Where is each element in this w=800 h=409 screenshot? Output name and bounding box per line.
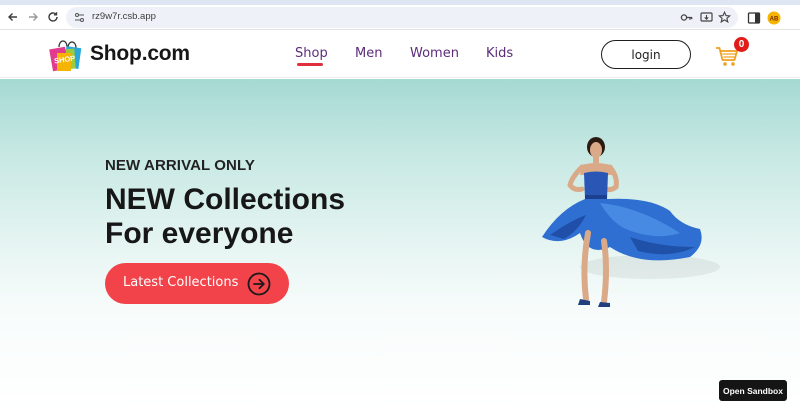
forward-arrow-icon[interactable] [24, 8, 42, 26]
hero-eyebrow: NEW ARRIVAL ONLY [105, 157, 255, 174]
site-info-icon[interactable] [74, 12, 85, 23]
bookmark-star-icon[interactable] [718, 11, 731, 24]
nav-link-kids[interactable]: Kids [486, 46, 513, 61]
nav-link-men[interactable]: Men [355, 46, 382, 61]
cta-label: Latest Collections [123, 275, 239, 290]
brand-name[interactable]: Shop.com [90, 42, 190, 66]
svg-text:AB: AB [770, 17, 779, 23]
address-bar[interactable]: rz9w7r.csb.app [66, 7, 738, 28]
browser-toolbar: rz9w7r.csb.app AB [0, 5, 800, 30]
nav-link-women[interactable]: Women [410, 46, 459, 61]
shopping-bags-logo-icon[interactable]: SHOP [48, 37, 84, 73]
site-header: SHOP Shop.com Shop Men Women Kids login … [0, 31, 800, 78]
profile-avatar-icon[interactable]: AB [767, 11, 781, 25]
nav-link-shop[interactable]: Shop [295, 46, 328, 61]
password-key-icon[interactable] [680, 11, 693, 24]
hero-headline-line-2: For everyone [105, 217, 294, 250]
hero-headline: NEW Collections For everyone [105, 183, 345, 251]
hero-headline-line-1: NEW Collections [105, 183, 346, 216]
back-arrow-icon[interactable] [4, 8, 22, 26]
open-sandbox-button[interactable]: Open Sandbox [719, 380, 787, 401]
install-app-icon[interactable] [700, 11, 713, 24]
reload-icon[interactable] [44, 8, 62, 26]
side-panel-icon[interactable] [747, 11, 761, 25]
url-text[interactable]: rz9w7r.csb.app [92, 11, 156, 22]
arrow-right-circle-icon [247, 272, 271, 296]
hero-model-image [542, 137, 720, 307]
hero-banner: NEW ARRIVAL ONLY NEW Collections For eve… [0, 79, 800, 409]
active-nav-indicator [297, 63, 323, 66]
latest-collections-button[interactable]: Latest Collections [105, 263, 289, 304]
login-button[interactable]: login [601, 40, 691, 69]
cart-count-badge: 0 [734, 37, 749, 52]
